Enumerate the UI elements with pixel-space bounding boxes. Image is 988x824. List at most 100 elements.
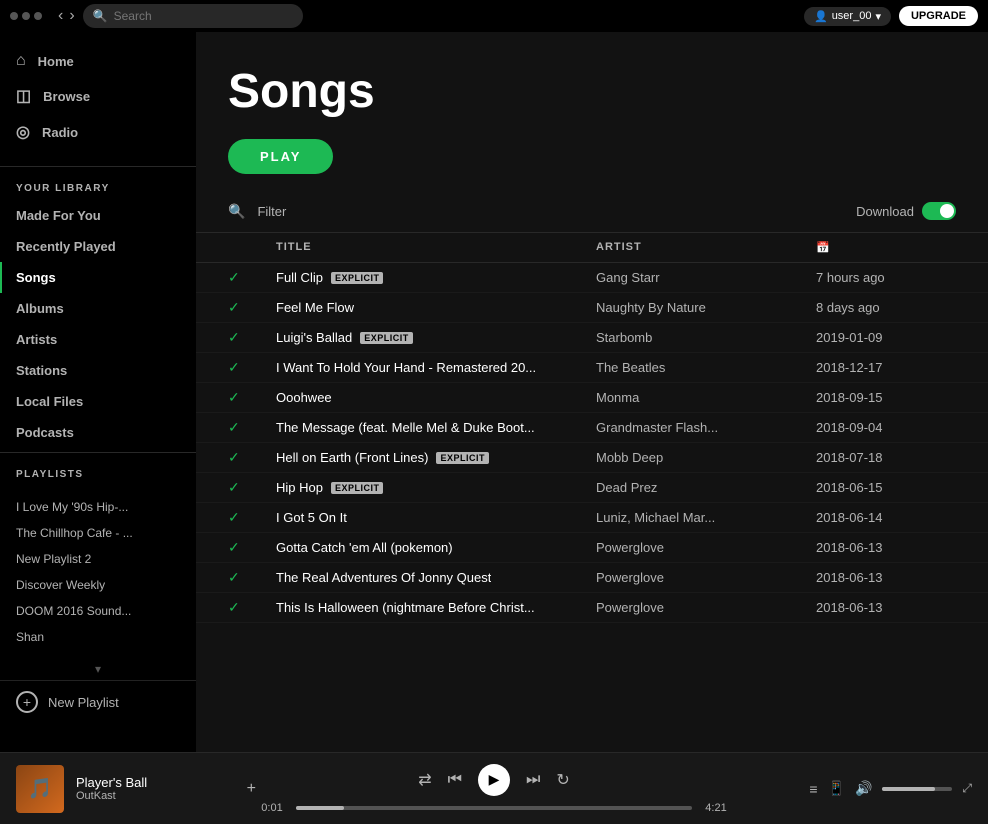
playlist-item-2[interactable]: New Playlist 2 <box>0 546 196 572</box>
sidebar-item-local-files[interactable]: Local Files <box>0 386 196 417</box>
playlist-item-0[interactable]: I Love My '90s Hip-... <box>0 494 196 520</box>
song-artist: Starbomb <box>596 330 816 345</box>
check-icon: ✓ <box>228 539 276 556</box>
song-artist: Naughty By Nature <box>596 300 816 315</box>
table-row[interactable]: ✓ I Want To Hold Your Hand - Remastered … <box>196 353 988 383</box>
check-icon: ✓ <box>228 569 276 586</box>
download-toggle[interactable] <box>922 202 956 220</box>
header-date: 📅 <box>816 241 956 254</box>
playlist-item-5[interactable]: Shan <box>0 624 196 650</box>
play-pause-button[interactable]: ▶ <box>478 764 510 796</box>
scroll-down-indicator[interactable]: ▾ <box>0 658 196 680</box>
table-row[interactable]: ✓ The Message (feat. Melle Mel & Duke Bo… <box>196 413 988 443</box>
sidebar-item-made-for-you[interactable]: Made For You <box>0 200 196 231</box>
song-title: Gotta Catch 'em All (pokemon) <box>276 540 453 555</box>
play-button[interactable]: PLAY <box>228 139 333 174</box>
sidebar-label-songs: Songs <box>16 270 56 285</box>
add-to-library-button[interactable]: + <box>247 780 256 798</box>
new-playlist-button[interactable]: + New Playlist <box>0 680 196 723</box>
table-row[interactable]: ✓ Gotta Catch 'em All (pokemon) Powerglo… <box>196 533 988 563</box>
volume-bar[interactable] <box>882 787 952 791</box>
sidebar-item-podcasts[interactable]: Podcasts <box>0 417 196 448</box>
queue-button[interactable]: ≡ <box>809 781 817 797</box>
nav-forward-button[interactable]: › <box>69 7 74 25</box>
table-row[interactable]: ✓ The Real Adventures Of Jonny Quest Pow… <box>196 563 988 593</box>
device-button[interactable]: 📱 <box>828 780 845 797</box>
nav-back-button[interactable]: ‹ <box>58 7 63 25</box>
next-button[interactable]: ⏭ <box>526 771 540 789</box>
new-playlist-label: New Playlist <box>48 695 119 710</box>
search-input[interactable] <box>114 9 293 23</box>
search-icon: 🔍 <box>93 9 108 23</box>
browse-icon: ◫ <box>16 86 31 106</box>
song-artist: Luniz, Michael Mar... <box>596 510 816 525</box>
table-row[interactable]: ✓ I Got 5 On It Luniz, Michael Mar... 20… <box>196 503 988 533</box>
song-title: The Real Adventures Of Jonny Quest <box>276 570 491 585</box>
sidebar-label-home: Home <box>38 54 74 69</box>
table-row[interactable]: ✓ Luigi's Ballad EXPLICIT Starbomb 2019-… <box>196 323 988 353</box>
song-artist: Grandmaster Flash... <box>596 420 816 435</box>
table-header: TITLE ARTIST 📅 <box>196 233 988 263</box>
sidebar-item-stations[interactable]: Stations <box>0 355 196 386</box>
sidebar-label-radio: Radio <box>42 125 78 140</box>
playlist-item-4[interactable]: DOOM 2016 Sound... <box>0 598 196 624</box>
window-controls <box>10 12 42 20</box>
song-title-cell: Luigi's Ballad EXPLICIT <box>276 330 596 345</box>
song-title: The Message (feat. Melle Mel & Duke Boot… <box>276 420 535 435</box>
shuffle-button[interactable]: ⇄ <box>418 770 431 790</box>
progress-bar[interactable] <box>296 806 692 810</box>
sidebar-label-local-files: Local Files <box>16 394 83 409</box>
check-icon: ✓ <box>228 389 276 406</box>
check-icon: ✓ <box>228 599 276 616</box>
song-title: Ooohwee <box>276 390 332 405</box>
table-row[interactable]: ✓ Hell on Earth (Front Lines) EXPLICIT M… <box>196 443 988 473</box>
song-date: 2018-06-13 <box>816 570 956 585</box>
sidebar-nav: ⌂ Home ◫ Browse ◎ Radio <box>0 32 196 162</box>
control-buttons: ⇄ ⏮ ▶ ⏭ ↻ <box>418 764 570 796</box>
filter-input[interactable] <box>257 204 844 219</box>
song-artist: Dead Prez <box>596 480 816 495</box>
table-row[interactable]: ✓ Feel Me Flow Naughty By Nature 8 days … <box>196 293 988 323</box>
sidebar-item-recently-played[interactable]: Recently Played <box>0 231 196 262</box>
page-title: Songs <box>228 64 956 119</box>
check-icon: ✓ <box>228 509 276 526</box>
sidebar-item-radio[interactable]: ◎ Radio <box>0 114 196 150</box>
song-title-cell: Hell on Earth (Front Lines) EXPLICIT <box>276 450 596 465</box>
user-button[interactable]: 👤 user_00 ▾ <box>804 7 891 26</box>
playlist-item-1[interactable]: The Chillhop Cafe - ... <box>0 520 196 546</box>
sidebar-item-songs[interactable]: Songs <box>0 262 196 293</box>
sidebar-divider-1 <box>0 166 196 167</box>
sidebar-item-home[interactable]: ⌂ Home <box>0 44 196 78</box>
sidebar-item-albums[interactable]: Albums <box>0 293 196 324</box>
song-title: Hell on Earth (Front Lines) <box>276 450 428 465</box>
sidebar-item-artists[interactable]: Artists <box>0 324 196 355</box>
check-icon: ✓ <box>228 419 276 436</box>
header-check <box>228 241 276 254</box>
radio-icon: ◎ <box>16 122 30 142</box>
download-label: Download <box>856 204 914 219</box>
upgrade-button[interactable]: UPGRADE <box>899 6 978 26</box>
volume-icon[interactable]: 🔊 <box>855 780 872 797</box>
download-area: Download <box>856 202 956 220</box>
song-artist: Gang Starr <box>596 270 816 285</box>
table-row[interactable]: ✓ Hip Hop EXPLICIT Dead Prez 2018-06-15 <box>196 473 988 503</box>
song-date: 2018-12-17 <box>816 360 956 375</box>
song-title-cell: Full Clip EXPLICIT <box>276 270 596 285</box>
playlist-item-3[interactable]: Discover Weekly <box>0 572 196 598</box>
track-artist: OutKast <box>76 790 235 802</box>
previous-button[interactable]: ⏮ <box>448 771 462 789</box>
fullscreen-button[interactable]: ⤢ <box>962 781 972 796</box>
table-row[interactable]: ✓ Full Clip EXPLICIT Gang Starr 7 hours … <box>196 263 988 293</box>
check-icon: ✓ <box>228 269 276 286</box>
progress-bar-container: 0:01 4:21 <box>256 802 732 814</box>
dot-1 <box>10 12 18 20</box>
song-title: Luigi's Ballad <box>276 330 352 345</box>
sidebar-label-albums: Albums <box>16 301 64 316</box>
table-row[interactable]: ✓ This Is Halloween (nightmare Before Ch… <box>196 593 988 623</box>
song-artist: Powerglove <box>596 600 816 615</box>
sidebar-label-stations: Stations <box>16 363 67 378</box>
check-icon: ✓ <box>228 299 276 316</box>
table-row[interactable]: ✓ Ooohwee Monma 2018-09-15 <box>196 383 988 413</box>
repeat-button[interactable]: ↻ <box>556 770 569 790</box>
sidebar-item-browse[interactable]: ◫ Browse <box>0 78 196 114</box>
